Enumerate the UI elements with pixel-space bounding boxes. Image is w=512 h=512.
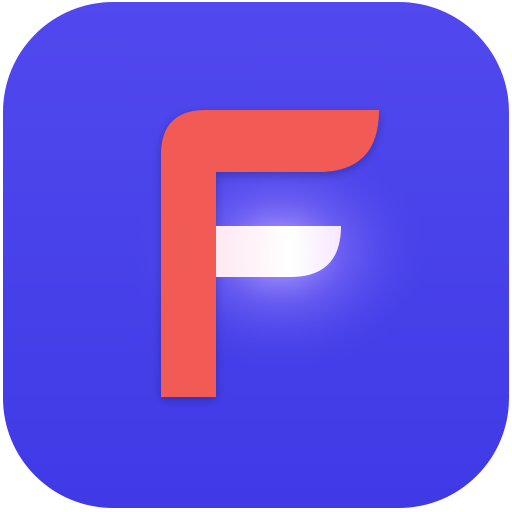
app-icon[interactable] [0, 0, 512, 512]
app-icon-container [0, 0, 512, 512]
